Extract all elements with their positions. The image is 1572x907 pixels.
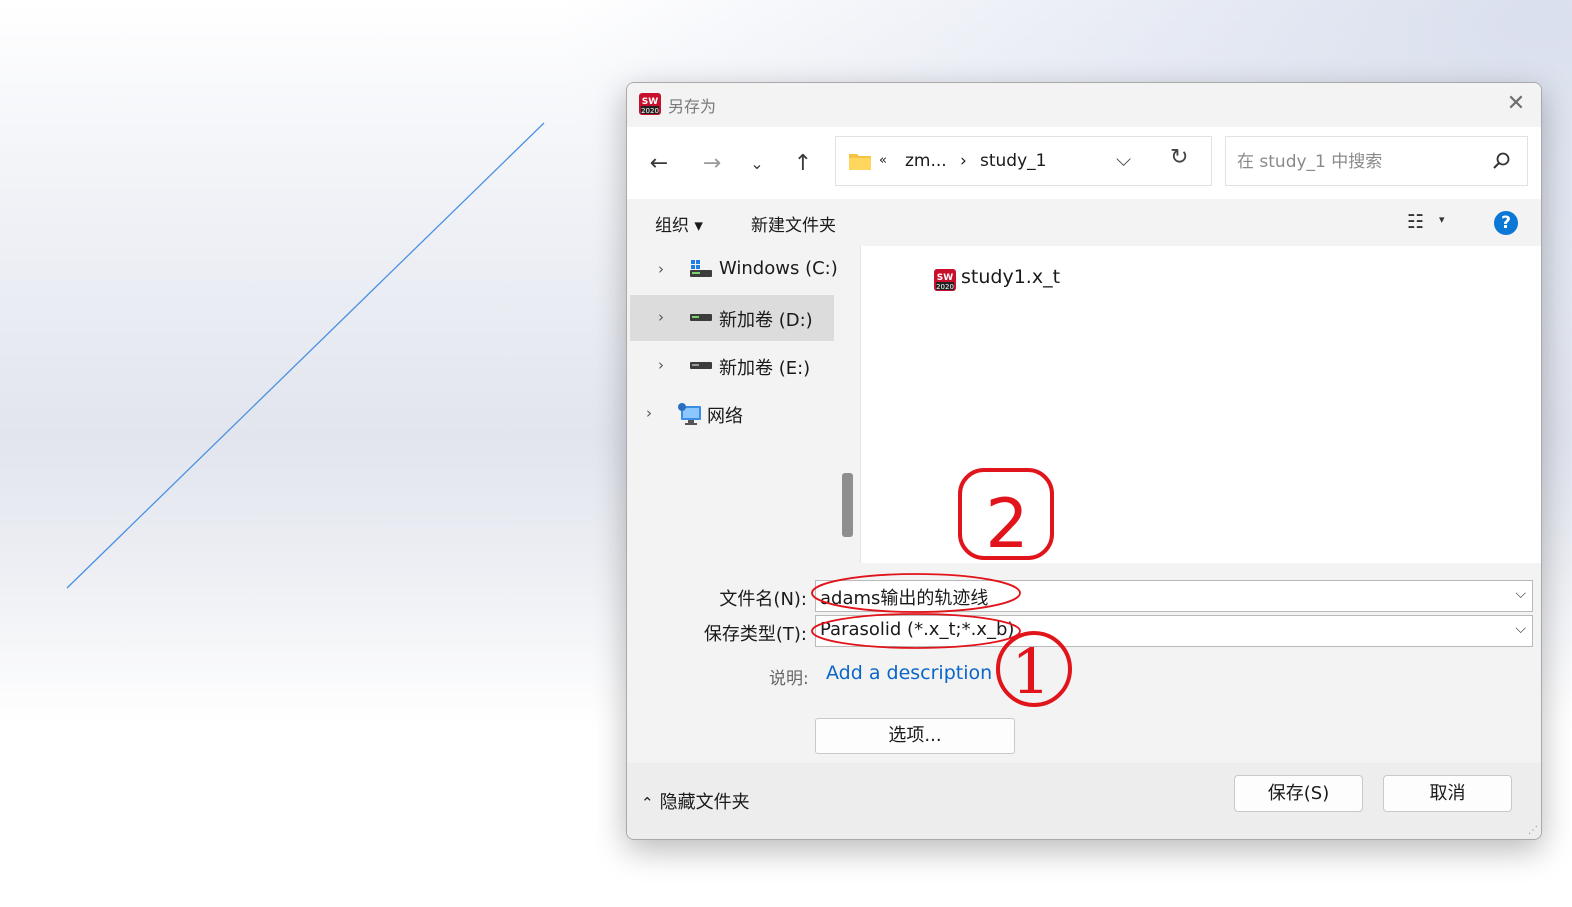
command-bar: 组织 ▾ 新建文件夹	[627, 199, 1541, 245]
sidebar-item-label: 新加卷 (D:)	[719, 310, 813, 331]
close-icon: ✕	[1506, 90, 1526, 116]
chevron-down-icon: ⌄	[750, 153, 764, 173]
cancel-button[interactable]: 取消	[1383, 775, 1512, 812]
chevron-down-icon[interactable]: ⌵	[1116, 147, 1131, 171]
up-button[interactable]: ↑	[785, 145, 821, 181]
chevron-right-icon[interactable]: ›	[658, 260, 664, 278]
chevron-right-icon[interactable]: ›	[658, 308, 664, 326]
breadcrumb-overflow[interactable]: «	[879, 153, 887, 168]
sidebar-item-network[interactable]: › 网络	[630, 391, 834, 437]
search-icon[interactable]	[1491, 150, 1513, 172]
refresh-icon[interactable]: ↻	[1170, 145, 1188, 170]
hide-folders-label: 隐藏文件夹	[659, 792, 750, 813]
sidebar-item-label: 网络	[707, 406, 743, 427]
solidworks-2020-icon: SW 2020	[639, 93, 661, 115]
recent-locations-button[interactable]: ⌄	[739, 145, 775, 181]
options-button[interactable]: 选项...	[815, 718, 1015, 754]
add-description-link[interactable]: Add a description	[826, 662, 992, 684]
chevron-right-icon[interactable]: ›	[646, 404, 652, 422]
resize-grip-icon[interactable]: ⋰	[1528, 825, 1538, 836]
description-label: 说明:	[769, 669, 809, 689]
breadcrumb-current[interactable]: study_1	[980, 151, 1046, 171]
drive-icon	[690, 362, 712, 369]
svg-text:SW: SW	[937, 273, 953, 283]
hide-folders-toggle[interactable]: ⌃ 隐藏文件夹	[641, 788, 750, 814]
back-button[interactable]: ←	[641, 145, 677, 181]
chevron-down-icon[interactable]: ⌵	[1515, 586, 1526, 602]
dialog-title: 另存为	[668, 97, 717, 116]
svg-text:SW: SW	[642, 97, 658, 107]
chevron-down-icon[interactable]: ⌵	[1515, 621, 1526, 637]
drive-icon	[690, 314, 712, 321]
view-options-caret[interactable]: ▾	[1439, 213, 1445, 226]
breadcrumb-separator: ›	[960, 151, 967, 171]
save-as-dialog: SW 2020 另存为 ✕ ← → ⌄ ↑ « zm... › study_1	[626, 82, 1542, 840]
file-list: SW 2020 study1.x_t	[861, 246, 1541, 563]
sidebar-item-label: 新加卷 (E:)	[719, 358, 811, 379]
network-icon	[678, 403, 701, 425]
navigation-pane: › Windows (C:) › 新加卷 (D:) › 新加卷 (E:) › 网…	[627, 246, 838, 563]
chevron-up-icon: ⌃	[641, 794, 654, 812]
help-icon[interactable]: ?	[1494, 211, 1518, 235]
sidebar-item-volume-d[interactable]: › 新加卷 (D:)	[630, 295, 834, 341]
svg-text:2020: 2020	[641, 107, 659, 115]
filename-value[interactable]: adams输出的轨迹线	[820, 584, 988, 610]
folder-icon	[849, 154, 871, 170]
save-options-area: 文件名(N): adams输出的轨迹线 ⌵ 保存类型(T): Parasolid…	[627, 563, 1541, 763]
list-view-icon[interactable]: ☷	[1407, 211, 1424, 233]
windows-drive-icon	[690, 260, 712, 277]
dialog-footer: ⌃ 隐藏文件夹 保存(S) 取消 ⋰	[627, 763, 1541, 839]
chevron-right-icon[interactable]: ›	[658, 356, 664, 374]
organize-menu[interactable]: 组织 ▾	[655, 211, 703, 236]
file-name: study1.x_t	[961, 266, 1061, 288]
filetype-label: 保存类型(T):	[703, 624, 807, 645]
forward-button[interactable]: →	[694, 145, 730, 181]
arrow-right-icon: →	[702, 150, 722, 176]
sidebar-item-windows-c[interactable]: › Windows (C:)	[630, 247, 838, 293]
search-box[interactable]	[1225, 136, 1528, 186]
arrow-up-icon: ↑	[793, 150, 813, 176]
filename-label: 文件名(N):	[719, 589, 807, 610]
address-bar[interactable]: « zm... › study_1 ⌵ ↻	[835, 136, 1212, 186]
search-input[interactable]	[1235, 148, 1489, 176]
solidworks-file-icon: SW 2020	[934, 269, 956, 291]
filename-field[interactable]: adams输出的轨迹线 ⌵	[815, 580, 1533, 612]
scrollbar-thumb[interactable]	[842, 473, 853, 537]
close-button[interactable]: ✕	[1491, 83, 1541, 123]
sidebar-item-label: Windows (C:)	[719, 258, 838, 279]
breadcrumb-parent[interactable]: zm...	[905, 151, 947, 171]
new-folder-button[interactable]: 新建文件夹	[751, 211, 836, 236]
title-bar: SW 2020 另存为 ✕	[627, 83, 1541, 127]
filetype-value: Parasolid (*.x_t;*.x_b)	[820, 619, 1015, 640]
filetype-select[interactable]: Parasolid (*.x_t;*.x_b) ⌵	[815, 615, 1533, 647]
sidebar-item-volume-e[interactable]: › 新加卷 (E:)	[630, 343, 834, 389]
svg-text:2020: 2020	[936, 283, 954, 291]
save-button[interactable]: 保存(S)	[1234, 775, 1363, 812]
arrow-left-icon: ←	[649, 150, 669, 176]
